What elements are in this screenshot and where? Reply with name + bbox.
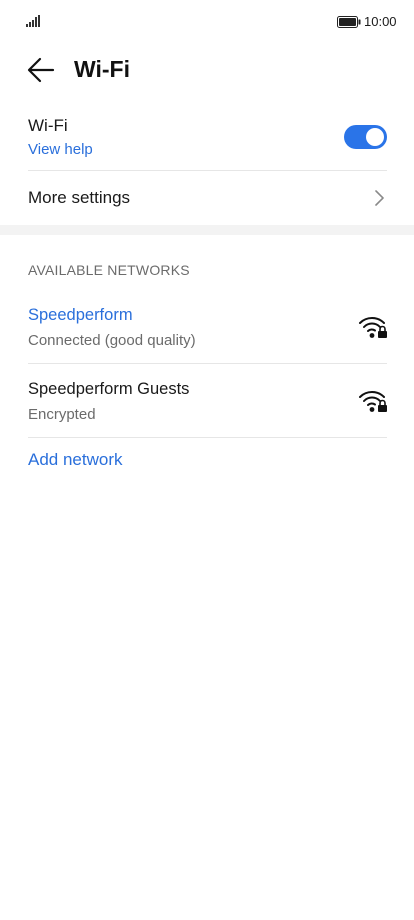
back-arrow-icon[interactable] (27, 57, 55, 83)
toggle-knob (366, 128, 384, 146)
wifi-toggle-row: Wi-Fi View help (0, 108, 414, 170)
add-network-button[interactable]: Add network (28, 450, 123, 470)
network-item-speedperform[interactable]: Speedperform Connected (good quality) (0, 292, 414, 366)
divider (28, 437, 387, 438)
signal-icon (26, 15, 40, 27)
battery-icon (337, 16, 361, 28)
wifi-locked-icon (359, 317, 387, 338)
more-settings-row[interactable]: More settings (0, 171, 414, 225)
wifi-toggle[interactable] (344, 125, 387, 149)
status-time: 10:00 (364, 14, 397, 29)
section-gap (0, 225, 414, 235)
view-help-link[interactable]: View help (28, 141, 93, 158)
network-status: Encrypted (28, 406, 96, 423)
more-settings-label: More settings (28, 188, 131, 207)
network-status: Connected (good quality) (28, 332, 196, 349)
network-item-speedperform-guests[interactable]: Speedperform Guests Encrypted (0, 366, 414, 440)
network-name: Speedperform Guests (28, 380, 190, 398)
available-networks-header: AVAILABLE NETWORKS (28, 262, 190, 278)
divider (28, 363, 387, 364)
wifi-label: Wi-Fi (28, 116, 68, 135)
chevron-right-icon (375, 190, 384, 206)
page-title: Wi-Fi (74, 56, 130, 82)
network-name: Speedperform (28, 306, 133, 324)
wifi-locked-icon (359, 391, 387, 412)
status-bar: 10:00 (0, 0, 414, 44)
